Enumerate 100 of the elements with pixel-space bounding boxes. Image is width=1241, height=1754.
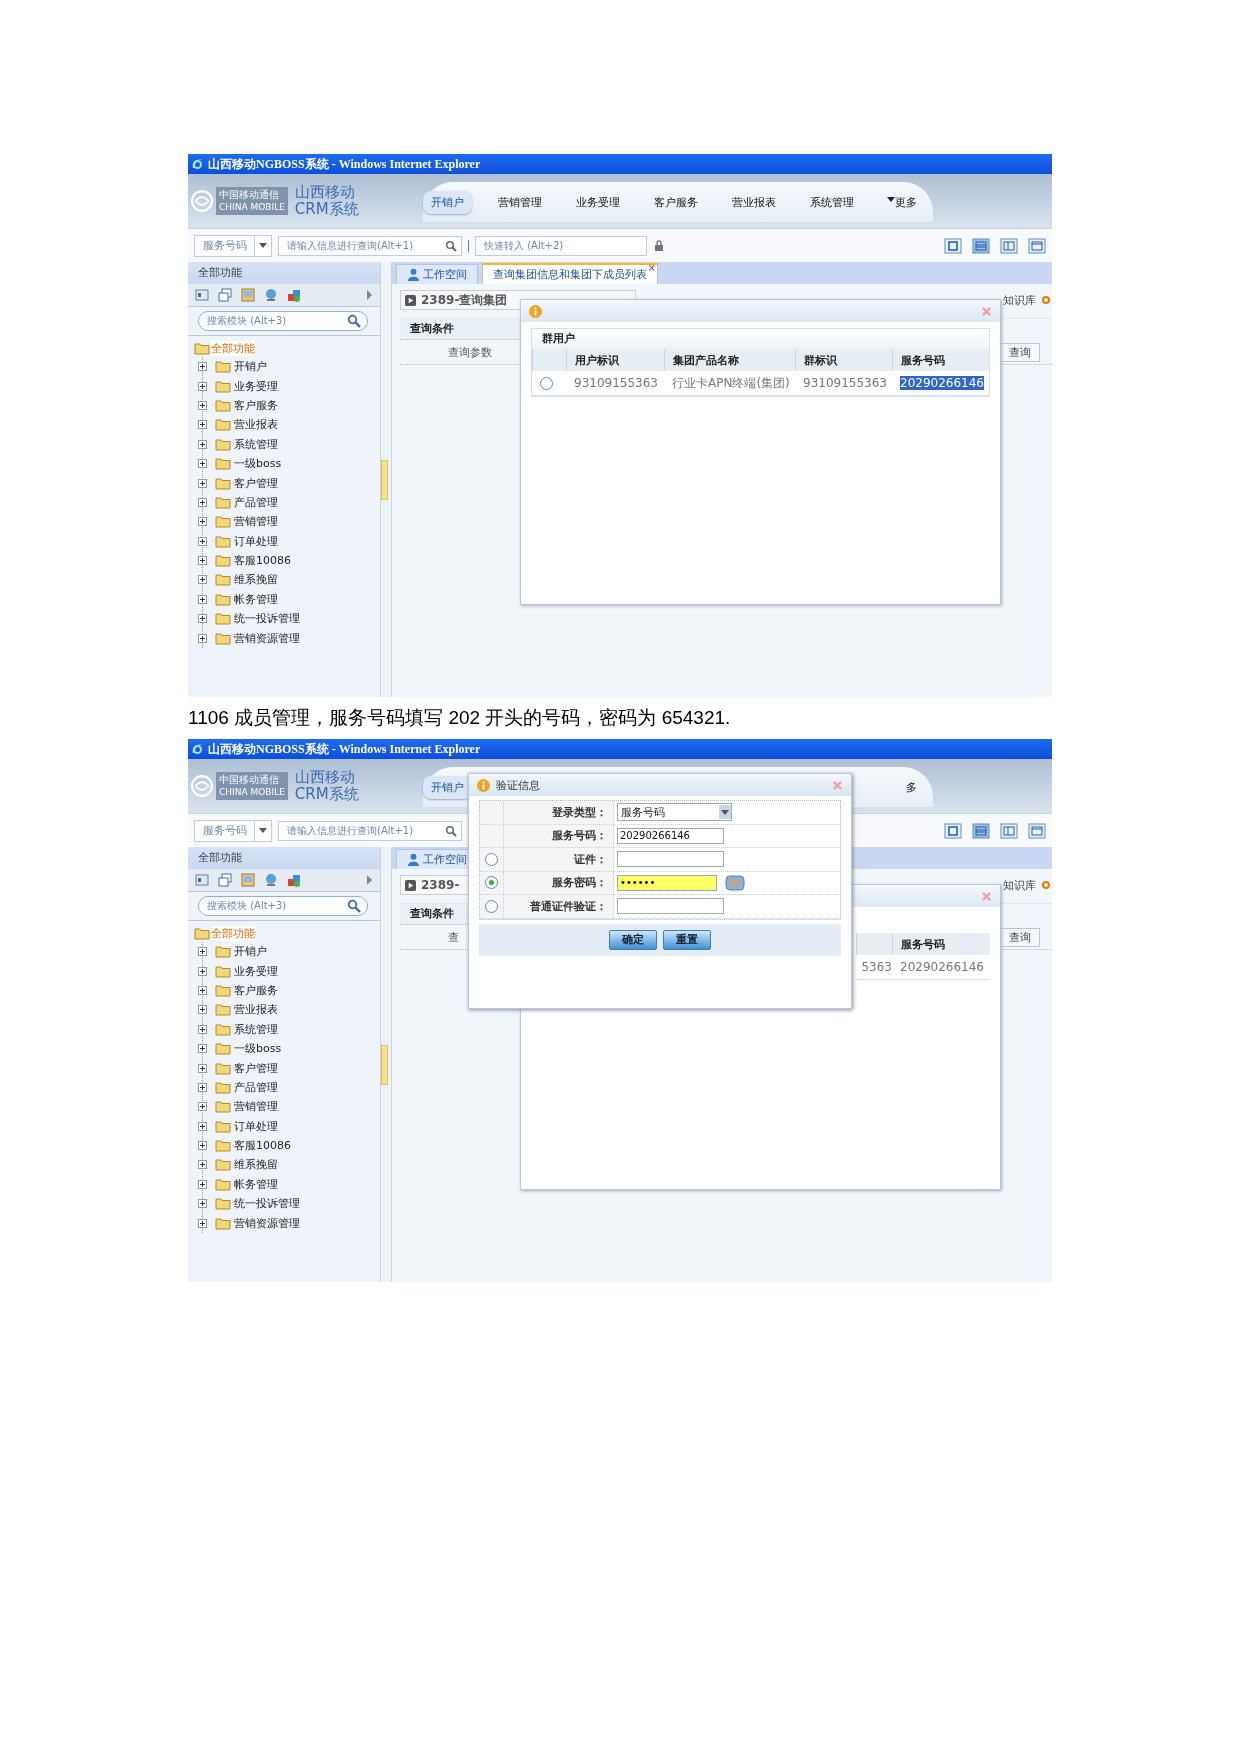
tree-item[interactable]: 维系挽留 — [234, 1157, 278, 1173]
nav-tab[interactable]: 客户服务 — [646, 190, 706, 214]
tree-item[interactable]: 业务受理 — [234, 963, 278, 979]
nav-tab[interactable]: 系统管理 — [802, 190, 862, 214]
layout-icon[interactable] — [944, 822, 962, 839]
tree-item[interactable]: 系统管理 — [234, 436, 278, 452]
tree-item[interactable]: 开销户 — [234, 359, 267, 375]
tree-item[interactable]: 一级boss — [234, 1041, 282, 1057]
expand-icon[interactable] — [198, 633, 207, 643]
tree-item[interactable]: 营销资源管理 — [234, 630, 300, 646]
people-icon[interactable] — [286, 287, 302, 303]
tree-item[interactable]: 营业报表 — [234, 417, 278, 433]
service-number-field[interactable]: 20290266146 — [617, 827, 724, 844]
lock-icon[interactable] — [653, 239, 665, 252]
dialog-button[interactable]: 确定 — [609, 929, 657, 950]
expand-icon[interactable] — [198, 966, 207, 976]
expand-icon[interactable] — [198, 478, 207, 488]
search-icon[interactable] — [445, 239, 457, 252]
expand-icon[interactable] — [198, 497, 207, 507]
radio-button[interactable] — [485, 876, 498, 890]
tree-item[interactable]: 客服10086 — [234, 1138, 291, 1154]
search-field[interactable]: 请输入信息进行查询(Alt+1) — [278, 820, 462, 841]
expand-icon[interactable] — [198, 536, 207, 546]
tree-item[interactable]: 帐务管理 — [234, 591, 278, 607]
expand-icon[interactable] — [198, 439, 207, 449]
password-field[interactable]: •••••• — [617, 874, 717, 891]
layout-icon[interactable] — [944, 237, 962, 254]
windows-icon[interactable] — [217, 287, 233, 303]
input-field[interactable] — [617, 851, 724, 868]
nav-tab[interactable]: 业务受理 — [568, 190, 628, 214]
tab[interactable]: 工作空间 — [396, 264, 478, 284]
window-icon[interactable] — [194, 287, 210, 303]
globe-icon[interactable] — [263, 287, 279, 303]
radio-button[interactable] — [485, 899, 498, 913]
login-type-dropdown[interactable]: 服务号码 — [617, 803, 732, 822]
expand-icon[interactable] — [198, 381, 207, 391]
input-field[interactable] — [617, 898, 724, 915]
module-search-field[interactable]: 搜索模块 (Alt+3) — [198, 896, 368, 916]
layout-icon[interactable] — [1000, 822, 1018, 839]
expand-icon[interactable] — [198, 362, 207, 372]
expand-icon[interactable] — [198, 1218, 207, 1228]
expand-icon[interactable] — [198, 594, 207, 604]
search-icon[interactable] — [347, 899, 361, 913]
tree-item[interactable]: 订单处理 — [234, 1118, 278, 1134]
window-icon[interactable] — [194, 872, 210, 888]
globe-icon[interactable] — [263, 872, 279, 888]
tree-item[interactable]: 客户管理 — [234, 1060, 278, 1076]
layout-icon[interactable] — [1028, 822, 1046, 839]
tree-item[interactable]: 营业报表 — [234, 1002, 278, 1018]
radio-button[interactable] — [540, 376, 553, 390]
tree-item[interactable]: 统一投诉管理 — [234, 1196, 300, 1212]
lookup-type-dropdown[interactable]: 服务号码 — [194, 234, 272, 257]
tree-item[interactable]: 一级boss — [234, 456, 282, 472]
expand-icon[interactable] — [198, 459, 207, 469]
tree-item[interactable]: 客户服务 — [234, 397, 278, 413]
tree-item[interactable]: 产品管理 — [234, 494, 278, 510]
expand-icon[interactable] — [198, 556, 207, 566]
tree-item[interactable]: 产品管理 — [234, 1079, 278, 1095]
windows-icon[interactable] — [217, 872, 233, 888]
layout-icon[interactable] — [972, 822, 990, 839]
expand-icon[interactable] — [198, 947, 207, 957]
expand-icon[interactable] — [198, 575, 207, 585]
people-icon[interactable] — [286, 872, 302, 888]
query-button[interactable]: 查询 — [1000, 342, 1040, 362]
scroll-right-icon[interactable] — [367, 290, 372, 300]
tree-item[interactable]: 营销管理 — [234, 1099, 278, 1115]
more-menu[interactable]: 更多 — [887, 194, 917, 210]
quick-jump-field[interactable]: 快速转入 (Alt+2) — [475, 235, 647, 256]
expand-icon[interactable] — [198, 1179, 207, 1189]
tree-item[interactable]: 业务受理 — [234, 378, 278, 394]
nav-tab[interactable]: 营销管理 — [490, 190, 550, 214]
layout-icon[interactable] — [972, 237, 990, 254]
query-button[interactable]: 查询 — [1000, 927, 1040, 947]
knowledge-base-link[interactable]: 知识库 — [1003, 292, 1036, 308]
expand-icon[interactable] — [198, 1102, 207, 1112]
expand-icon[interactable] — [198, 1005, 207, 1015]
nav-tab[interactable]: 营业报表 — [724, 190, 784, 214]
search-icon[interactable] — [347, 314, 361, 328]
nav-tab[interactable]: 开销户 — [423, 190, 472, 214]
tree-item[interactable]: 开销户 — [234, 944, 267, 960]
expand-icon[interactable] — [198, 1044, 207, 1054]
tree-item[interactable]: 订单处理 — [234, 533, 278, 549]
tree-item[interactable]: 系统管理 — [234, 1021, 278, 1037]
tree-item[interactable]: 客服10086 — [234, 553, 291, 569]
tree-item[interactable]: 统一投诉管理 — [234, 611, 300, 627]
tree-item[interactable]: 营销资源管理 — [234, 1215, 300, 1231]
tree-item[interactable]: 营销管理 — [234, 514, 278, 530]
tree-item[interactable]: 帐务管理 — [234, 1176, 278, 1192]
tree-item[interactable]: 客户服务 — [234, 982, 278, 998]
tree-item[interactable]: 客户管理 — [234, 475, 278, 491]
expand-icon[interactable] — [198, 1024, 207, 1034]
tree-item[interactable]: 维系挽留 — [234, 572, 278, 588]
expand-icon[interactable] — [198, 1063, 207, 1073]
keypad-icon[interactable] — [725, 874, 745, 891]
search-icon[interactable] — [445, 824, 457, 837]
expand-icon[interactable] — [198, 1199, 207, 1209]
expand-icon[interactable] — [198, 1160, 207, 1170]
search-field[interactable]: 请输入信息进行查询(Alt+1) — [278, 235, 462, 256]
layout-icon[interactable] — [1028, 237, 1046, 254]
expand-icon[interactable] — [198, 1082, 207, 1092]
